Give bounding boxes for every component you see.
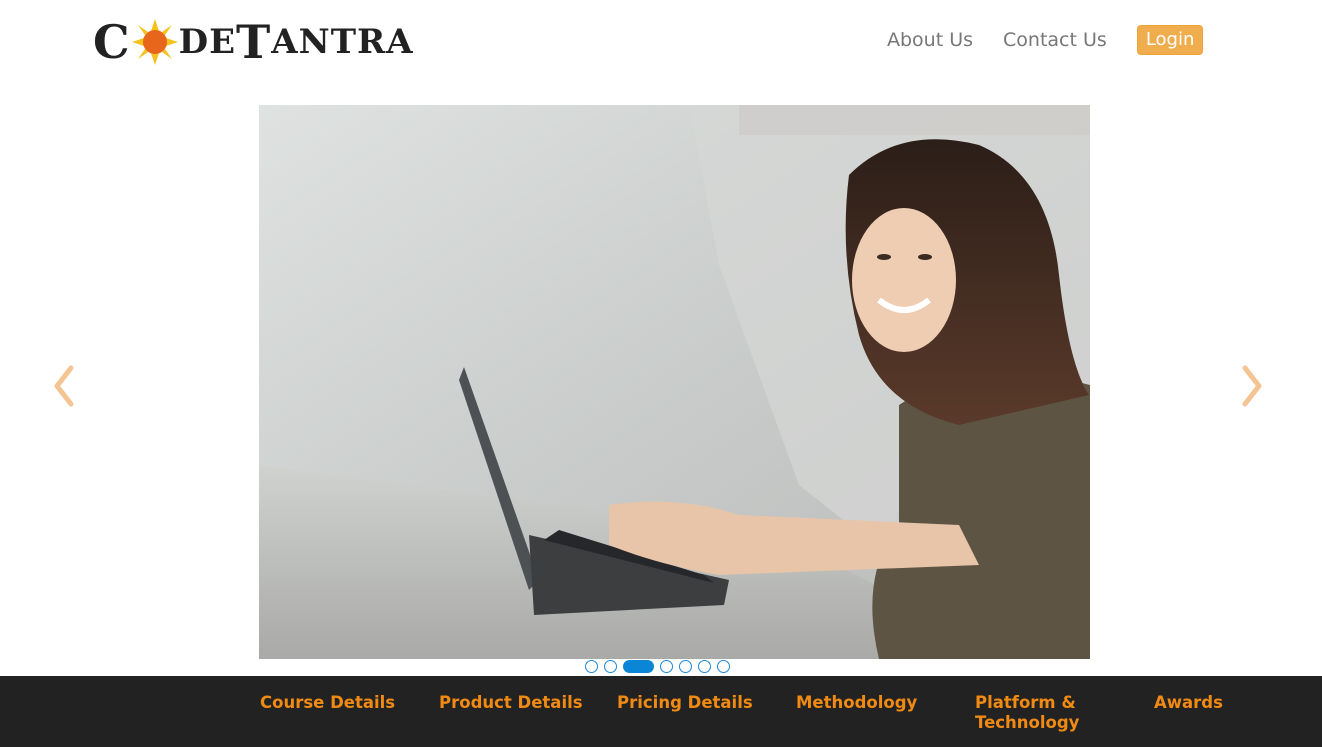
platform-technology-link-line2[interactable]: Technology xyxy=(975,713,1079,733)
product-details-link[interactable]: Product Details xyxy=(439,693,583,713)
carousel-indicator[interactable] xyxy=(604,659,617,673)
codetantra-logo[interactable]: C DE T ANTRA xyxy=(93,16,414,68)
course-details-link[interactable]: Course Details xyxy=(260,693,395,713)
top-nav: About Us Contact Us Login xyxy=(887,24,1204,56)
contact-us-link[interactable]: Contact Us xyxy=(1003,25,1107,55)
carousel-next-chevron-right-icon[interactable] xyxy=(1237,362,1267,410)
methodology-link[interactable]: Methodology xyxy=(796,693,917,713)
awards-link[interactable]: Awards xyxy=(1154,693,1223,713)
carousel-slide-image xyxy=(259,105,1090,659)
logo-letter-t: T xyxy=(236,15,272,69)
logo-wordmark: C DE T ANTRA xyxy=(93,16,414,68)
logo-letters-antra: ANTRA xyxy=(271,22,414,62)
carousel-indicator[interactable] xyxy=(660,659,673,673)
pricing-details-link[interactable]: Pricing Details xyxy=(617,693,753,713)
carousel-prev-chevron-left-icon[interactable] xyxy=(49,362,79,410)
hero-carousel xyxy=(259,105,1090,659)
about-us-link[interactable]: About Us xyxy=(887,25,973,55)
carousel-indicators xyxy=(585,659,736,673)
sun-icon xyxy=(131,19,178,65)
logo-letters-de: DE xyxy=(178,22,237,62)
carousel-indicator[interactable] xyxy=(698,659,711,673)
footer-nav-bar: Course Details Product Details Pricing D… xyxy=(0,676,1322,747)
carousel-indicator[interactable] xyxy=(585,659,598,673)
carousel-indicator-active[interactable] xyxy=(623,659,654,673)
platform-technology-link-line1[interactable]: Platform & xyxy=(975,693,1076,713)
logo-letter-c: C xyxy=(93,15,131,69)
carousel-indicator[interactable] xyxy=(679,659,692,673)
carousel-indicator[interactable] xyxy=(717,659,730,673)
login-button[interactable]: Login xyxy=(1136,25,1204,55)
